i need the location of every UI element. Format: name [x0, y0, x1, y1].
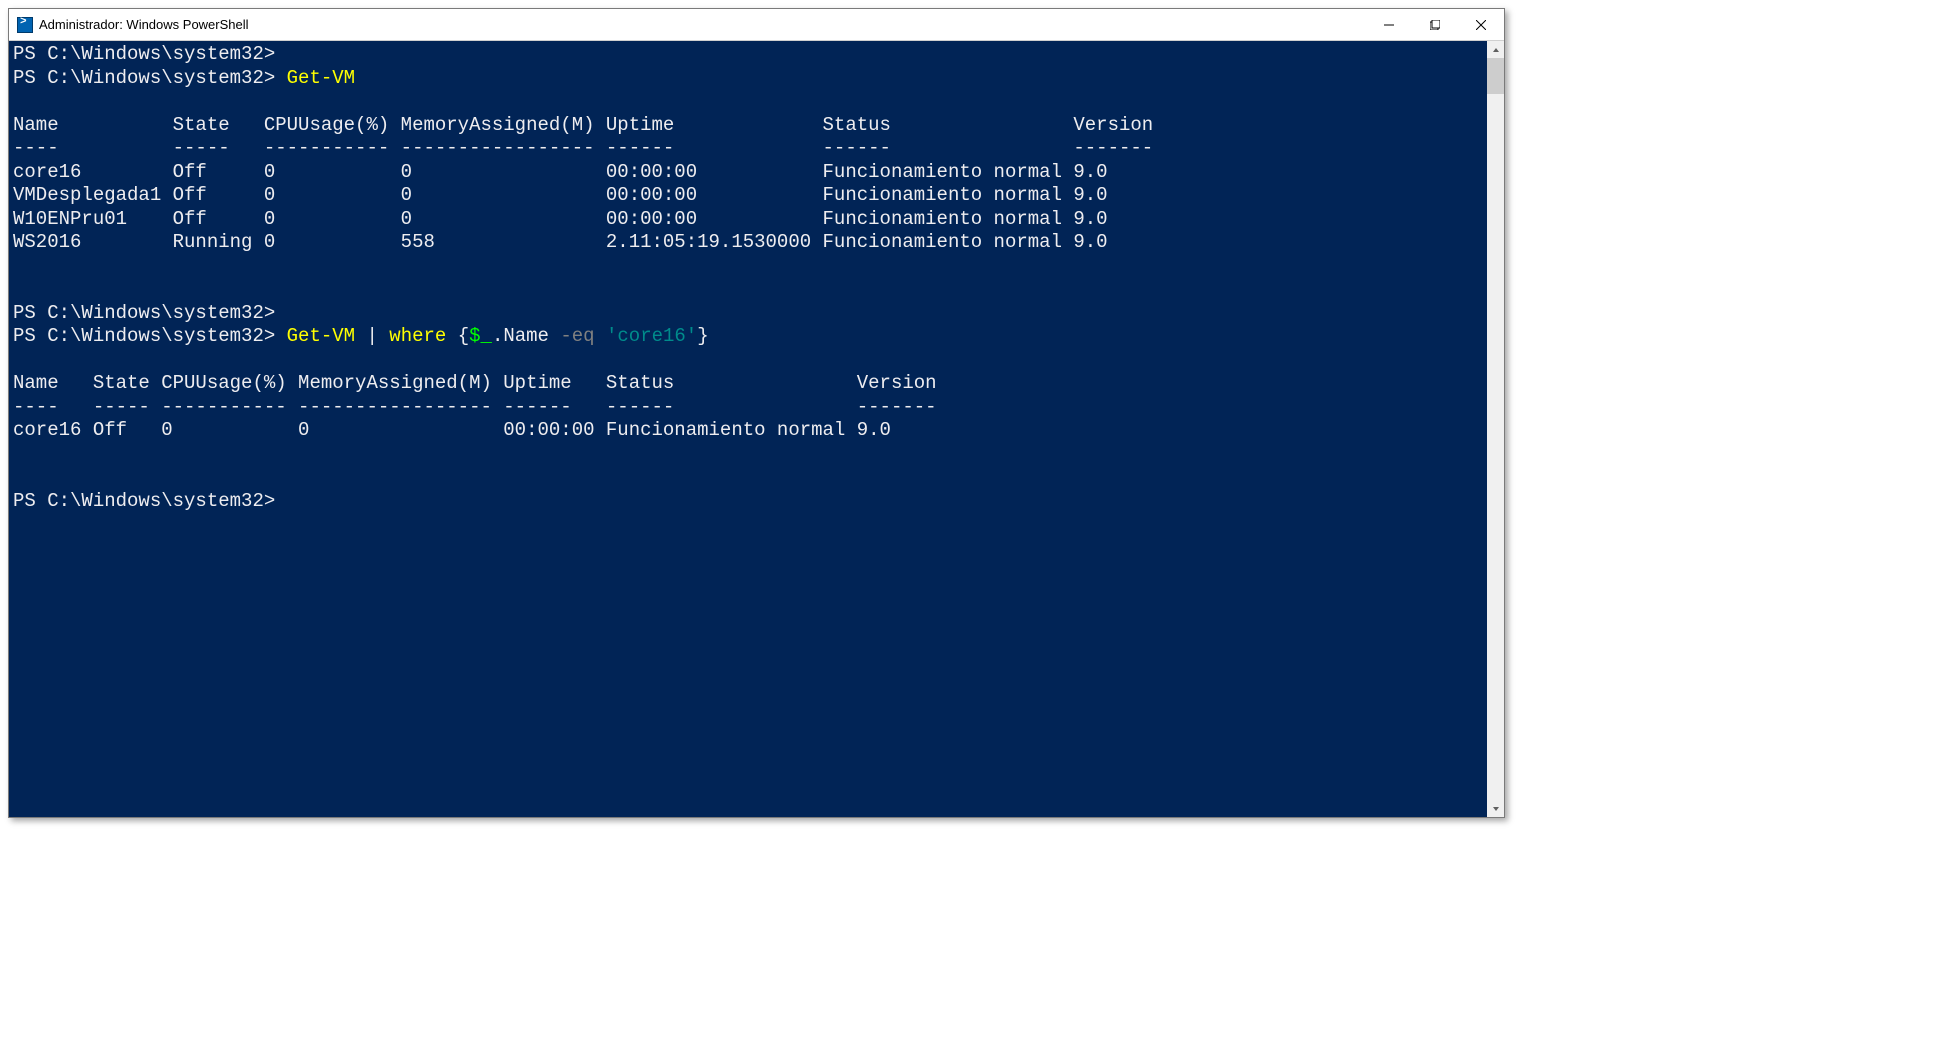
- vertical-scrollbar[interactable]: [1487, 41, 1504, 817]
- titlebar[interactable]: Administrador: Windows PowerShell: [9, 9, 1504, 41]
- powershell-window: Administrador: Windows PowerShell PS C:\…: [8, 8, 1505, 818]
- scroll-up-button[interactable]: [1487, 41, 1504, 58]
- scrollbar-thumb[interactable]: [1487, 58, 1504, 94]
- maximize-button[interactable]: [1412, 9, 1458, 40]
- scrollbar-track[interactable]: [1487, 58, 1504, 800]
- terminal-output[interactable]: PS C:\Windows\system32> PS C:\Windows\sy…: [9, 41, 1487, 817]
- minimize-button[interactable]: [1366, 9, 1412, 40]
- powershell-icon: [17, 17, 33, 33]
- window-controls: [1366, 9, 1504, 40]
- close-button[interactable]: [1458, 9, 1504, 40]
- window-body: PS C:\Windows\system32> PS C:\Windows\sy…: [9, 41, 1504, 817]
- window-title: Administrador: Windows PowerShell: [39, 17, 1366, 32]
- scroll-down-button[interactable]: [1487, 800, 1504, 817]
